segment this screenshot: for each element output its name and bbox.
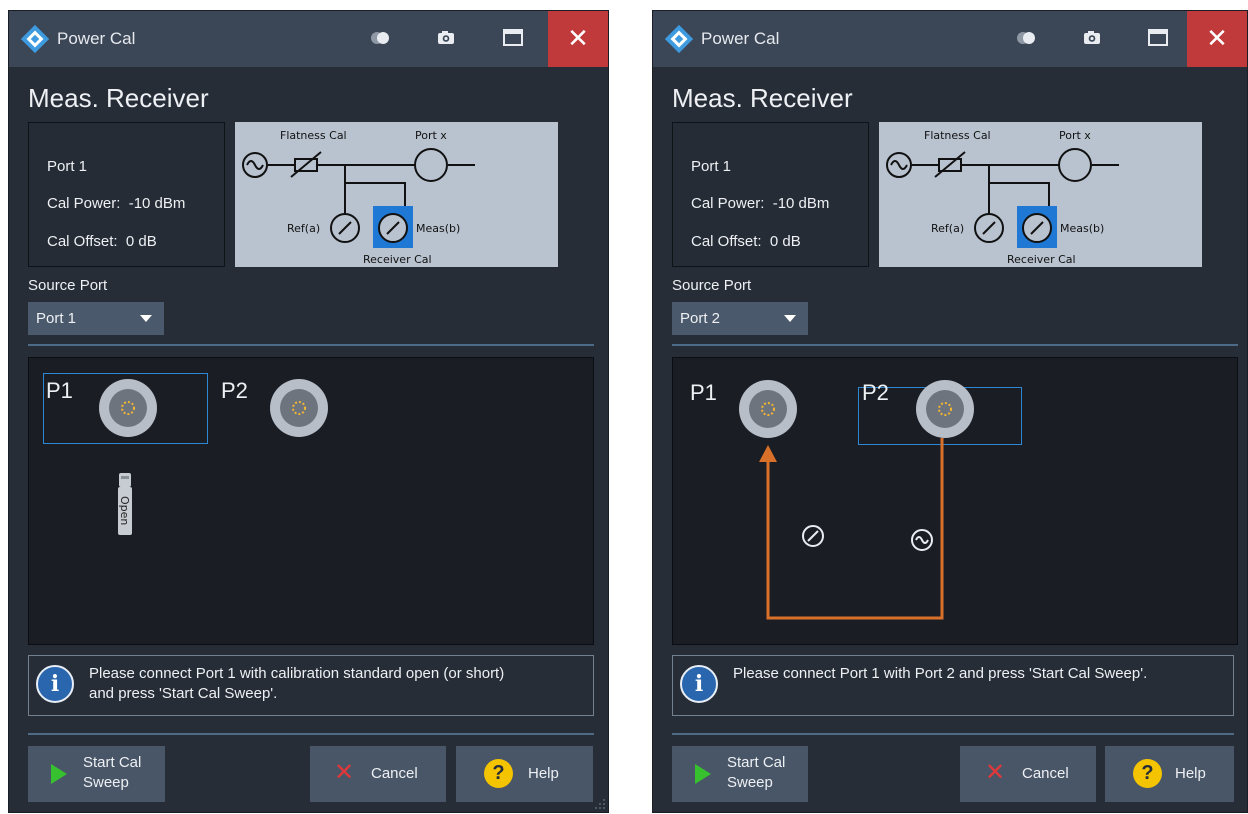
help-icon: ? [1133,759,1162,788]
start-label-line1: Start Cal [727,754,786,771]
help-button[interactable]: ? Help [1105,746,1234,802]
divider [28,733,594,735]
cancel-x-icon: ✕ [334,759,355,786]
info-icon: i [36,665,74,703]
cancel-x-icon: ✕ [985,759,1006,786]
power-cal-dialog-left: Power Cal ✕ Meas. Receiver Port 1 Cal Po… [8,10,609,813]
cal-offset-label: Cal Offset: 0 dB [47,233,157,250]
camera-icon[interactable] [1079,25,1105,51]
port2-connector-icon[interactable] [916,380,974,438]
port-graphics [739,380,974,620]
receiver-cal-schematic: Flatness Cal Port x Ref(a) Meas(b) Recei… [886,129,1119,266]
port-x-icon [1058,148,1092,182]
cal-info-box: Port 1 Cal Power: -10 dBm Cal Offset: 0 … [672,122,869,267]
cal-offset-label: Cal Offset: 0 dB [691,233,801,250]
start-label-line2: Sweep [83,774,129,791]
close-icon: ✕ [1206,23,1228,53]
connection-cable [766,438,944,620]
source-port-label: Source Port [672,277,752,294]
cancel-label: Cancel [1022,765,1069,782]
cancel-button[interactable]: ✕ Cancel [960,746,1096,802]
help-button[interactable]: ? Help [456,746,593,802]
play-icon [695,764,711,784]
port-graphics: Open [99,379,328,535]
instruction-message: i Please connect Port 1 with Port 2 and … [672,655,1234,716]
port-label: Port 1 [47,158,88,175]
title-bar[interactable]: Power Cal ✕ [9,11,608,67]
cancel-label: Cancel [371,765,418,782]
close-icon: ✕ [567,23,589,53]
source-port-select[interactable]: Port 1 [28,302,164,335]
receiver-cal-label: Receiver Cal [363,253,432,266]
instruction-text: Please connect Port 1 with Port 2 and pr… [733,665,1148,682]
signal-source-icon [911,529,933,551]
meas-label: Meas(b) [1060,222,1104,235]
schematic-diagram: Flatness Cal Port x Ref(a) Meas(b) Recei… [235,122,558,267]
rs-logo-icon [665,25,693,53]
page-title: Meas. Receiver [28,83,209,113]
cal-info-box: Port 1 Cal Power: -10 dBm Cal Offset: 0 … [28,122,225,267]
divider [672,344,1238,346]
cancel-button[interactable]: ✕ Cancel [310,746,446,802]
close-button[interactable]: ✕ [548,11,608,67]
instruction-text: Please connect Port 1 with calibration s… [89,665,505,702]
info-icon: i [680,665,718,703]
cal-power-label: Cal Power: -10 dBm [47,195,186,212]
maximize-icon[interactable] [500,25,526,51]
close-button[interactable]: ✕ [1187,11,1247,67]
window-title: Power Cal [57,29,136,48]
flatness-cal-label: Flatness Cal [280,129,347,142]
toggle-icon[interactable] [367,25,393,51]
toggle-icon[interactable] [1013,25,1039,51]
power-meter-icon [802,525,824,547]
help-label: Help [528,765,559,782]
port-connection-panel: P1 P2 Open [28,357,594,645]
port-x-label: Port x [415,129,447,142]
instruction-message: i Please connect Port 1 with calibration… [28,655,594,716]
camera-icon[interactable] [433,25,459,51]
port-x-icon [414,148,448,182]
help-icon: ? [484,759,513,788]
play-icon [51,764,67,784]
divider [672,733,1234,735]
chevron-down-icon [140,315,152,322]
schematic-diagram: Flatness Cal Port x Ref(a) Meas(b) Recei… [879,122,1202,267]
page-title: Meas. Receiver [672,83,853,113]
start-cal-sweep-button[interactable]: Start Cal Sweep [672,746,808,802]
port-connection-panel: P1 P2 [672,357,1238,645]
cal-power-label: Cal Power: -10 dBm [691,195,830,212]
chevron-down-icon [784,315,796,322]
source-port-value: Port 2 [680,310,721,327]
source-port-select[interactable]: Port 2 [672,302,808,335]
maximize-icon[interactable] [1145,25,1171,51]
rs-logo-icon [21,25,49,53]
window-title: Power Cal [701,29,780,48]
meas-label: Meas(b) [416,222,460,235]
resize-grip-icon[interactable] [594,798,606,810]
help-label: Help [1175,765,1206,782]
port-x-label: Port x [1059,129,1091,142]
divider [28,344,594,346]
port2-connector-icon[interactable] [270,379,328,437]
port1-connector-icon[interactable] [99,379,157,437]
flatness-cal-label: Flatness Cal [924,129,991,142]
ref-label: Ref(a) [287,222,320,235]
start-cal-sweep-button[interactable]: Start Cal Sweep [28,746,165,802]
start-label-line1: Start Cal [83,754,142,771]
ref-label: Ref(a) [931,222,964,235]
source-port-value: Port 1 [36,310,77,327]
power-cal-dialog-right: Power Cal ✕ Meas. Receiver Port 1 Cal Po… [652,10,1248,813]
source-port-label: Source Port [28,277,108,294]
open-label: Open [118,496,131,525]
start-label-line2: Sweep [727,774,773,791]
arrow-up-icon [759,445,777,462]
title-bar[interactable]: Power Cal ✕ [653,11,1247,67]
receiver-cal-schematic: Flatness Cal Port x Ref(a) Meas(b) Recei… [242,129,475,266]
port-label: Port 1 [691,158,732,175]
receiver-cal-label: Receiver Cal [1007,253,1076,266]
port1-connector-icon[interactable] [739,380,797,438]
